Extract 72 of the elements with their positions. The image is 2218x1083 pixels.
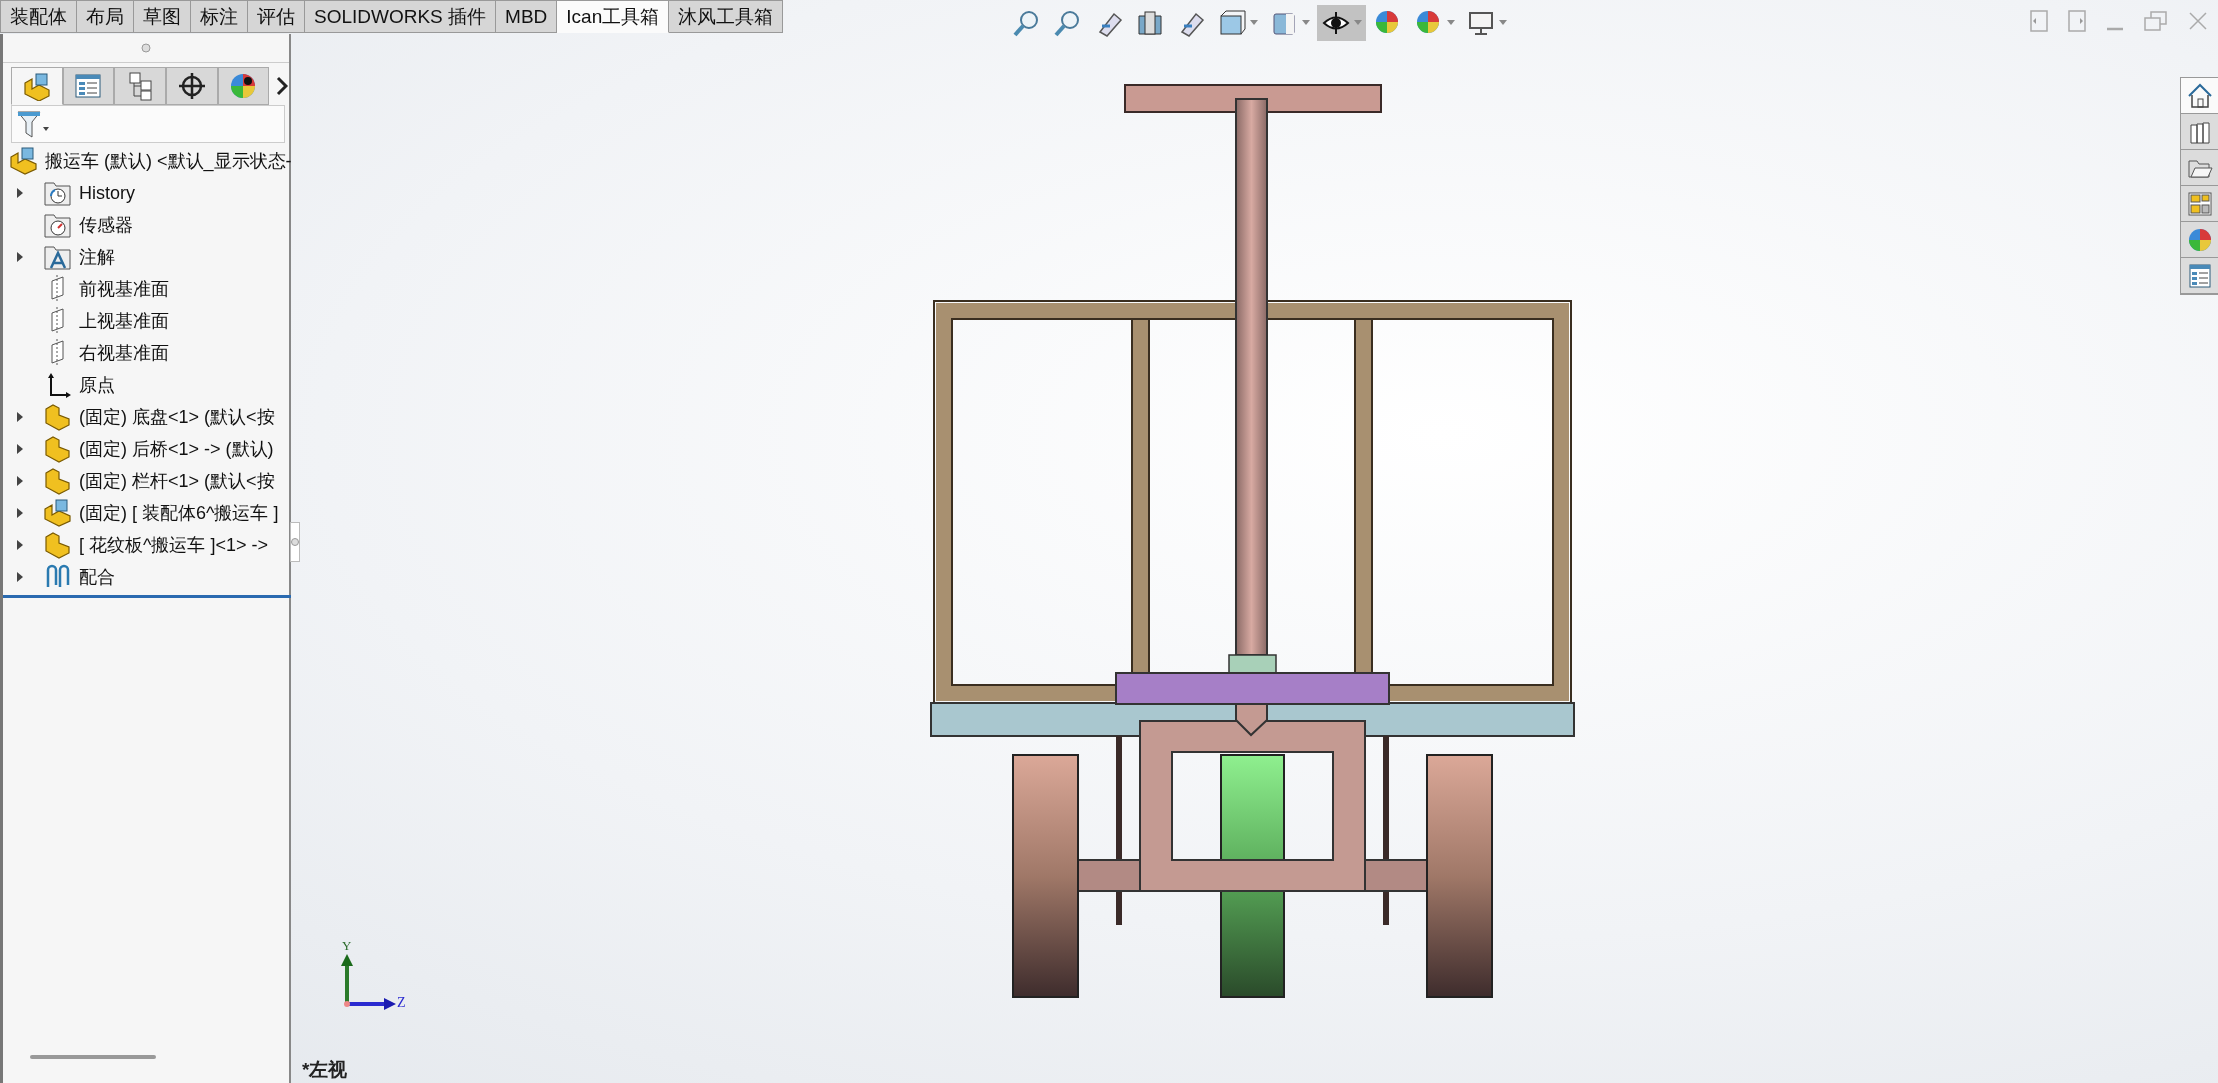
splitter-handle-icon[interactable] xyxy=(290,522,302,562)
tree-item-label[interactable]: (固定) 底盘<1> (默认<按 xyxy=(79,405,275,429)
annotation-folder-icon xyxy=(43,243,73,271)
expand-arrow-icon[interactable] xyxy=(15,571,25,583)
expand-arrow-icon[interactable] xyxy=(15,475,25,487)
axis-label: Y xyxy=(342,938,352,954)
crosshair-icon xyxy=(176,71,207,101)
tree-item-label[interactable]: [ 花纹板^搬运车 ]<1> -> xyxy=(79,533,268,557)
panel-tab[interactable] xyxy=(217,67,270,105)
tree-item-label[interactable]: (固定) [ 装配体6^搬运车 ] xyxy=(79,501,279,525)
pin-dot-icon[interactable] xyxy=(141,43,151,53)
part-icon xyxy=(43,403,73,431)
tree-item-label[interactable]: History xyxy=(79,182,135,204)
tree-item-label[interactable]: 原点 xyxy=(79,373,115,397)
expand-arrow-icon[interactable] xyxy=(15,507,25,519)
part-icon xyxy=(21,71,52,101)
expand-arrow-icon[interactable] xyxy=(15,251,25,263)
task-pane-tab[interactable] xyxy=(2181,258,2218,294)
tree-item-label[interactable]: 前视基准面 xyxy=(79,277,169,301)
dropdown-caret-icon xyxy=(1447,20,1455,26)
view-name: *左视 xyxy=(302,1058,348,1082)
ribbon-tab[interactable]: 布局 xyxy=(77,0,134,33)
tree-item-label[interactable]: 上视基准面 xyxy=(79,309,169,333)
tree-item-label[interactable]: (固定) 栏杆<1> (默认<按 xyxy=(79,469,275,493)
chevron-right-icon[interactable] xyxy=(275,75,289,97)
tree-item-label[interactable]: 搬运车 (默认) <默认_显示状态- xyxy=(45,149,292,173)
toolbar-button[interactable] xyxy=(1317,5,1366,41)
list-icon xyxy=(73,71,104,101)
filter-field[interactable] xyxy=(11,105,285,143)
sphere-icon xyxy=(2186,226,2213,253)
ribbon-tab[interactable]: MBD xyxy=(496,0,558,33)
ribbon-tab[interactable]: 草图 xyxy=(134,0,191,33)
funnel-icon xyxy=(16,109,50,139)
tree-item-label[interactable]: 传感器 xyxy=(79,213,133,237)
ribbon-tab[interactable]: 标注 xyxy=(191,0,248,33)
tree-item-label[interactable]: 注解 xyxy=(79,245,115,269)
dropdown-caret-icon xyxy=(1250,20,1258,26)
cube-view-icon xyxy=(1217,8,1247,38)
task-pane-tab[interactable] xyxy=(2181,114,2218,150)
assembly-icon xyxy=(9,147,39,175)
ribbon-tab[interactable]: SOLIDWORKS 插件 xyxy=(305,0,497,33)
ribbon-tab[interactable]: Ican工具箱 xyxy=(557,0,670,33)
task-pane-tab[interactable] xyxy=(2181,222,2218,258)
clock-folder-icon xyxy=(43,179,73,207)
ribbon-tab[interactable]: 沐风工具箱 xyxy=(669,0,784,33)
tree-item-label[interactable]: 配合 xyxy=(79,565,115,589)
expand-arrow-icon[interactable] xyxy=(15,187,25,199)
panel-tab[interactable] xyxy=(165,67,218,105)
home-icon xyxy=(2186,82,2213,109)
dropdown-caret-icon xyxy=(1354,20,1362,26)
part-icon xyxy=(43,435,73,463)
part-icon xyxy=(43,467,73,495)
task-pane-tab[interactable] xyxy=(2181,78,2218,114)
gauge-folder-icon xyxy=(43,211,73,239)
section-view-icon xyxy=(1135,8,1165,38)
list-icon xyxy=(2186,262,2213,289)
ribbon-tab[interactable]: 装配体 xyxy=(0,0,77,33)
dropdown-caret-icon xyxy=(1499,20,1507,26)
axis-label: Z xyxy=(397,995,406,1011)
tree-item-label[interactable]: 右视基准面 xyxy=(79,341,169,365)
expand-arrow-icon[interactable] xyxy=(15,443,25,455)
assembly-icon xyxy=(43,499,73,527)
tree-item-label[interactable]: (固定) 后桥<1> -> (默认) xyxy=(79,437,274,461)
task-pane-tab[interactable] xyxy=(2181,186,2218,222)
task-pane-tab[interactable] xyxy=(2181,150,2218,186)
expand-arrow-icon[interactable] xyxy=(15,539,25,551)
part-icon xyxy=(43,531,73,559)
scrollbar-thumb[interactable] xyxy=(30,1055,156,1059)
dropdown-caret-icon xyxy=(1302,20,1310,26)
palette-blocks-icon xyxy=(2186,190,2213,217)
ribbon-tab[interactable]: 评估 xyxy=(248,0,305,33)
expand-arrow-icon[interactable] xyxy=(15,411,25,423)
